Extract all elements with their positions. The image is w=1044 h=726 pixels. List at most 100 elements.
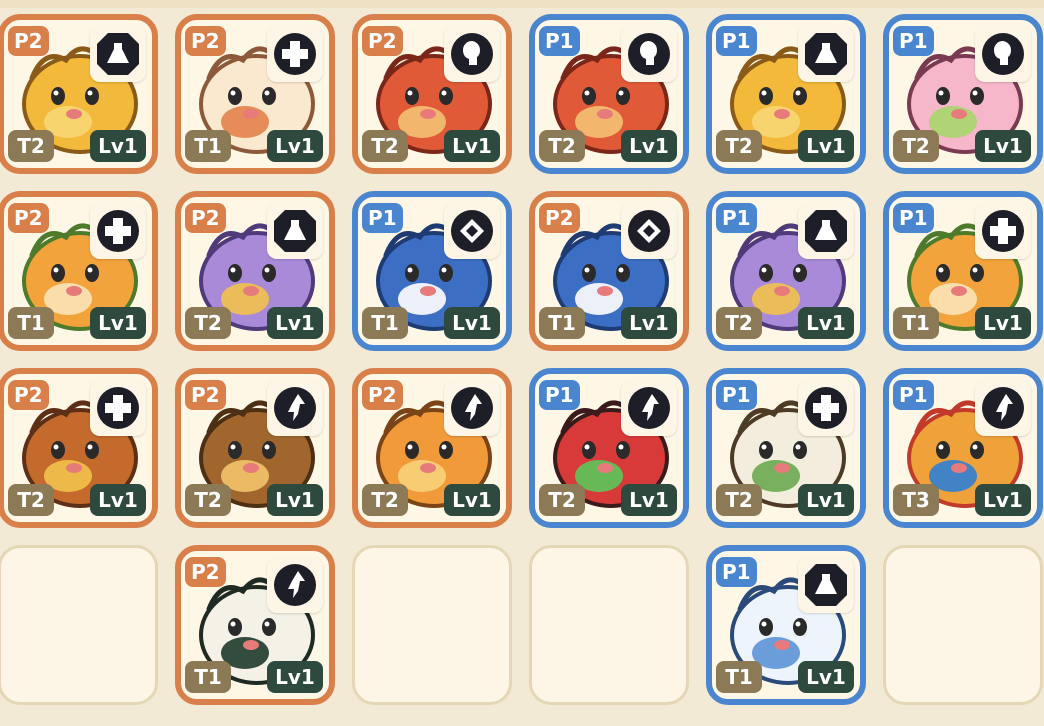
- level-badge: Lv1: [975, 307, 1031, 339]
- flask-icon: [798, 26, 854, 82]
- flask-icon: [90, 26, 146, 82]
- tier-badge: T2: [362, 130, 408, 162]
- tier-badge: T2: [539, 484, 585, 516]
- level-badge: Lv1: [798, 661, 854, 693]
- level-badge: Lv1: [798, 307, 854, 339]
- cross-icon: [267, 26, 323, 82]
- tier-badge: T2: [716, 484, 762, 516]
- level-badge: Lv1: [267, 130, 323, 162]
- owner-badge: P1: [716, 557, 757, 587]
- board-top-edge: [0, 0, 1044, 8]
- owner-badge: P2: [362, 26, 403, 56]
- arrow-icon: [444, 380, 500, 436]
- owner-badge: P2: [539, 203, 580, 233]
- tier-badge: T2: [185, 307, 231, 339]
- tier-badge: T2: [893, 130, 939, 162]
- unit-card[interactable]: P1 T3 Lv1: [883, 368, 1043, 528]
- arrow-icon: [267, 380, 323, 436]
- unit-board: P2 T2 Lv1 P2 T1 Lv1 P2 T2 Lv1 P1 T2 Lv1: [0, 14, 1043, 705]
- level-badge: Lv1: [798, 484, 854, 516]
- cross-icon: [798, 380, 854, 436]
- tier-badge: T2: [185, 484, 231, 516]
- level-badge: Lv1: [444, 484, 500, 516]
- cross-icon: [90, 380, 146, 436]
- empty-slot[interactable]: [529, 545, 689, 705]
- owner-badge: P1: [716, 203, 757, 233]
- unit-card[interactable]: P2 T2 Lv1: [175, 191, 335, 351]
- owner-badge: P1: [893, 26, 934, 56]
- unit-card[interactable]: P1 T2 Lv1: [529, 14, 689, 174]
- tier-badge: T1: [8, 307, 54, 339]
- owner-badge: P2: [362, 380, 403, 410]
- arrow-icon: [621, 380, 677, 436]
- head-icon: [621, 26, 677, 82]
- owner-badge: P2: [185, 557, 226, 587]
- flask-icon: [267, 203, 323, 259]
- diamond-eye-icon: [444, 203, 500, 259]
- unit-card[interactable]: P2 T2 Lv1: [352, 368, 512, 528]
- owner-badge: P2: [8, 26, 49, 56]
- unit-card[interactable]: P1 T1 Lv1: [883, 191, 1043, 351]
- cross-icon: [975, 203, 1031, 259]
- tier-badge: T2: [362, 484, 408, 516]
- tier-badge: T2: [539, 130, 585, 162]
- head-icon: [975, 26, 1031, 82]
- level-badge: Lv1: [621, 130, 677, 162]
- unit-card[interactable]: P1 T2 Lv1: [706, 368, 866, 528]
- head-icon: [444, 26, 500, 82]
- unit-card[interactable]: P1 T2 Lv1: [706, 191, 866, 351]
- level-badge: Lv1: [90, 130, 146, 162]
- empty-slot[interactable]: [352, 545, 512, 705]
- flask-icon: [798, 557, 854, 613]
- level-badge: Lv1: [975, 130, 1031, 162]
- tier-badge: T2: [8, 130, 54, 162]
- tier-badge: T2: [716, 130, 762, 162]
- unit-card[interactable]: P1 T2 Lv1: [883, 14, 1043, 174]
- unit-card[interactable]: P1 T2 Lv1: [706, 14, 866, 174]
- unit-card[interactable]: P2 T2 Lv1: [352, 14, 512, 174]
- owner-badge: P2: [8, 380, 49, 410]
- tier-badge: T3: [893, 484, 939, 516]
- unit-card[interactable]: P2 T2 Lv1: [175, 368, 335, 528]
- cross-icon: [90, 203, 146, 259]
- unit-card[interactable]: P1 T1 Lv1: [706, 545, 866, 705]
- unit-card[interactable]: P1 T1 Lv1: [352, 191, 512, 351]
- unit-card[interactable]: P2 T1 Lv1: [0, 191, 158, 351]
- level-badge: Lv1: [267, 484, 323, 516]
- unit-card[interactable]: P2 T2 Lv1: [0, 14, 158, 174]
- tier-badge: T1: [539, 307, 585, 339]
- owner-badge: P1: [716, 380, 757, 410]
- unit-card[interactable]: P1 T2 Lv1: [529, 368, 689, 528]
- owner-badge: P1: [539, 26, 580, 56]
- unit-card[interactable]: P2 T2 Lv1: [0, 368, 158, 528]
- arrow-icon: [975, 380, 1031, 436]
- owner-badge: P1: [893, 203, 934, 233]
- unit-card[interactable]: P2 T1 Lv1: [175, 14, 335, 174]
- tier-badge: T2: [8, 484, 54, 516]
- owner-badge: P1: [362, 203, 403, 233]
- level-badge: Lv1: [444, 307, 500, 339]
- level-badge: Lv1: [621, 307, 677, 339]
- level-badge: Lv1: [90, 307, 146, 339]
- owner-badge: P2: [185, 203, 226, 233]
- level-badge: Lv1: [975, 484, 1031, 516]
- tier-badge: T1: [362, 307, 408, 339]
- empty-slot[interactable]: [0, 545, 158, 705]
- owner-badge: P2: [185, 380, 226, 410]
- owner-badge: P1: [893, 380, 934, 410]
- owner-badge: P1: [716, 26, 757, 56]
- unit-card[interactable]: P2 T1 Lv1: [175, 545, 335, 705]
- level-badge: Lv1: [621, 484, 677, 516]
- diamond-eye-icon: [621, 203, 677, 259]
- level-badge: Lv1: [90, 484, 146, 516]
- tier-badge: T1: [893, 307, 939, 339]
- tier-badge: T1: [716, 661, 762, 693]
- owner-badge: P1: [539, 380, 580, 410]
- flask-icon: [798, 203, 854, 259]
- arrow-icon: [267, 557, 323, 613]
- unit-card[interactable]: P2 T1 Lv1: [529, 191, 689, 351]
- empty-slot[interactable]: [883, 545, 1043, 705]
- level-badge: Lv1: [267, 307, 323, 339]
- owner-badge: P2: [185, 26, 226, 56]
- tier-badge: T1: [185, 130, 231, 162]
